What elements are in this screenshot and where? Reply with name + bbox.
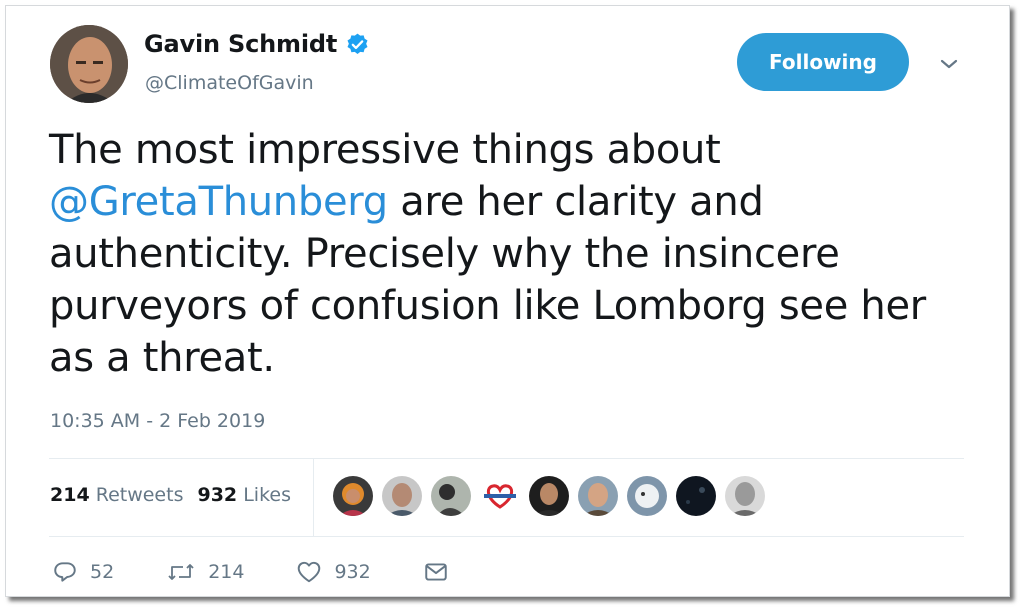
reply-button[interactable]: 52 [52,559,114,585]
following-button[interactable]: Following [737,33,909,91]
retweet-icon [166,559,196,585]
tweet-actions: 52 214 932 [52,559,449,585]
retweet-button[interactable]: 214 [166,559,244,585]
tweet-card: Gavin Schmidt @ClimateOfGavin Following … [5,5,1010,597]
retweets-label: Retweets [95,484,184,506]
likes-stat[interactable]: 932 Likes [197,484,291,506]
author-avatar[interactable] [50,25,128,103]
retweet-count: 214 [208,561,245,583]
stats-divider-top [49,458,964,459]
direct-message-button[interactable] [423,559,449,585]
likes-count: 932 [197,484,238,506]
author-name[interactable]: Gavin Schmidt [144,30,337,58]
tweet-timestamp[interactable]: 10:35 AM - 2 Feb 2019 [50,410,265,432]
retweets-stat[interactable]: 214 Retweets [50,484,183,506]
tweet-text-intro: The most impressive things about [49,127,721,173]
like-button[interactable]: 932 [296,559,371,585]
retweets-count: 214 [50,484,90,506]
stats-separator [313,458,314,536]
liker-avatar-8[interactable] [676,476,716,516]
author-handle[interactable]: @ClimateOfGavin [145,72,314,94]
liker-avatar-3[interactable] [431,476,471,516]
envelope-icon [423,559,449,585]
liker-avatar-5[interactable] [529,476,569,516]
stats-divider-bottom [49,536,964,537]
liker-avatar-2[interactable] [382,476,422,516]
liker-avatar-9[interactable] [725,476,765,516]
like-count: 932 [334,561,371,583]
heart-icon [296,559,322,585]
liker-avatar-7[interactable] [627,476,667,516]
tweet-text: The most impressive things about @GretaT… [49,124,979,384]
liker-avatar-4[interactable] [480,476,520,516]
liker-avatar-6[interactable] [578,476,618,516]
liker-avatars [333,476,765,516]
engagement-stats: 214 Retweets 932 Likes [50,484,291,506]
likes-label: Likes [243,484,291,506]
mention-link[interactable]: @GretaThunberg [49,179,388,225]
chevron-down-icon[interactable] [938,56,960,72]
reply-icon [52,559,78,585]
verified-badge-icon [345,32,370,57]
reply-count: 52 [90,561,115,583]
liker-avatar-1[interactable] [333,476,373,516]
